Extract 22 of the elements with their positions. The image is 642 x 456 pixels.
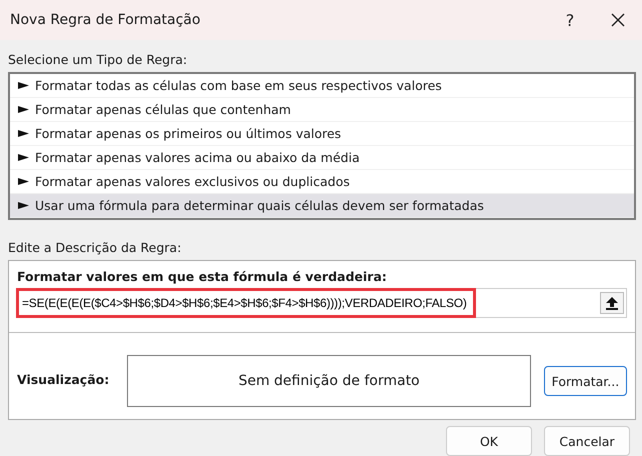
- pointer-icon: [18, 202, 29, 209]
- formula-label: Formatar valores em que esta fórmula é verdadeira:: [17, 269, 388, 284]
- close-icon: [611, 13, 625, 27]
- section-label: Selecione um Tipo de Regra:: [8, 52, 188, 67]
- formula-text: =SE(E(E(E(E($C4>$H$6;$D4>$H$6;$E4>$H$6;$F4>$H$6))));VERDADEIRO;FALSO): [16, 288, 476, 318]
- rule-type-item[interactable]: Usar uma fórmula para determinar quais células devem ser formatadas: [10, 194, 634, 218]
- dialog-button[interactable]: Cancelar: [544, 426, 630, 456]
- upload-icon: [606, 296, 618, 310]
- pointer-icon: [18, 154, 29, 161]
- pointer-icon: [18, 178, 29, 185]
- help-button[interactable]: ?: [546, 0, 594, 40]
- format-button[interactable]: Formatar...: [544, 366, 627, 396]
- dialog-button[interactable]: OK: [446, 426, 532, 456]
- section-label: Edite a Descrição da Regra:: [8, 240, 182, 255]
- collapse-button[interactable]: [600, 292, 624, 314]
- pointer-icon: [18, 130, 29, 137]
- pointer-icon: [18, 106, 29, 113]
- preview-box: Sem definição de formato: [127, 355, 531, 407]
- preview-label: Visualização:: [17, 372, 110, 386]
- window-title: Nova Regra de Formatação: [10, 12, 202, 28]
- pointer-icon: [18, 82, 29, 89]
- formula-field[interactable]: =SE(E(E(E(E($C4>$H$6;$D4>$H$6;$E4>$H$6;$F4>$H$6))));VERDADEIRO;FALSO): [17, 288, 627, 318]
